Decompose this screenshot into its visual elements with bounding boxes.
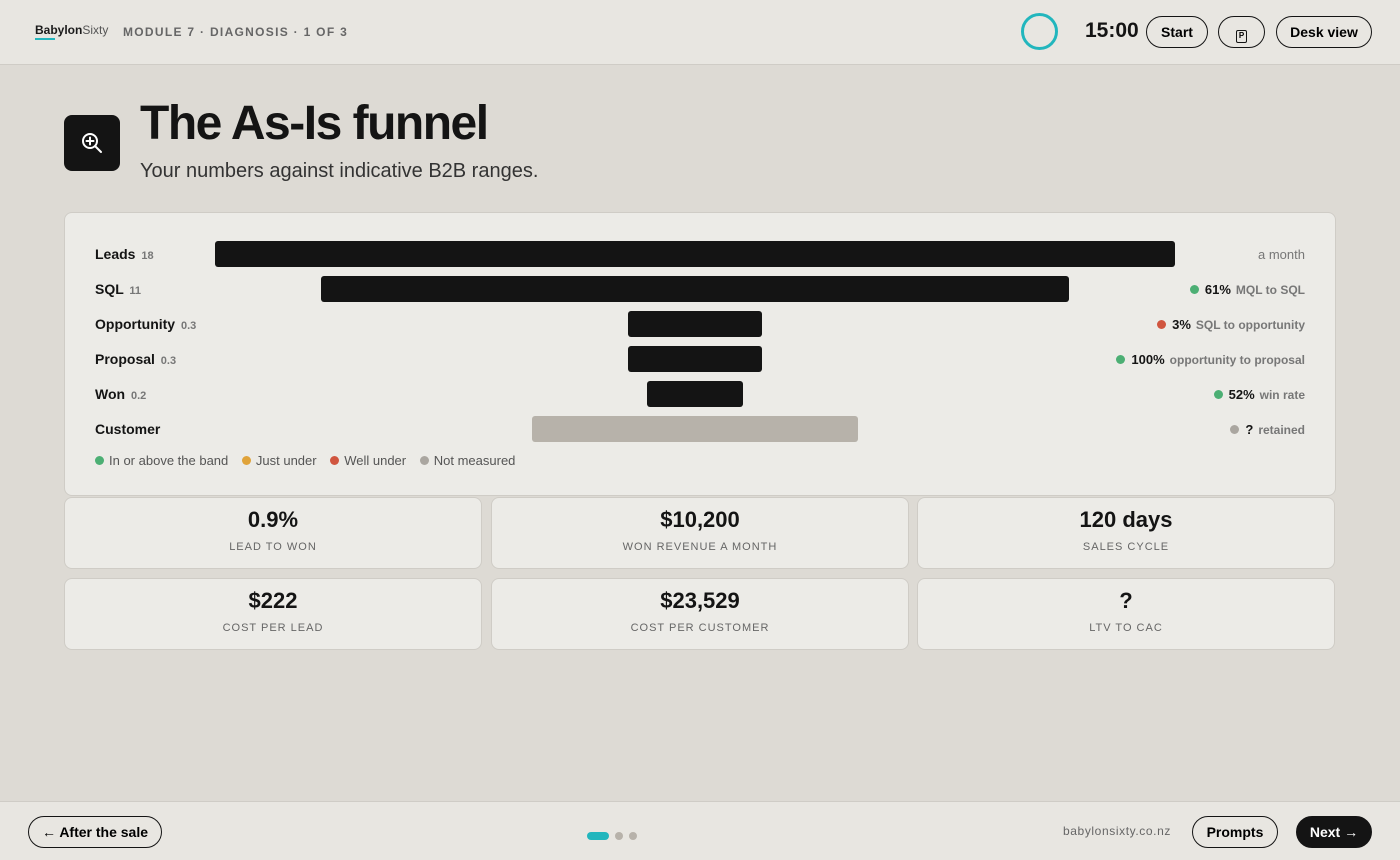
- brand-logo[interactable]: BabylonSixty: [35, 23, 108, 40]
- legend-item: Just under: [241, 453, 317, 468]
- legend-dot-amber: [241, 456, 251, 465]
- funnel-legend: In or above the band Just under Well und…: [95, 453, 525, 468]
- funnel-stage-count: 0.2: [130, 390, 147, 402]
- metric-card-cost-per-customer: $23,529 COST PER CUSTOMER: [491, 578, 909, 650]
- metric-caption: COST PER LEAD: [222, 622, 324, 634]
- legend-item: In or above the band: [95, 453, 228, 468]
- next-button[interactable]: Next →: [1296, 816, 1372, 848]
- logo-underline: [35, 38, 55, 40]
- funnel-panel: Leads 18 a month SQL 11 61% MQL to SQL Op…: [64, 212, 1336, 496]
- page-title: The As-Is funnel: [140, 97, 489, 150]
- metric-card-lead-to-won: 0.9% LEAD TO WON: [64, 497, 482, 569]
- legend-dot-red: [330, 456, 340, 465]
- funnel-stage-label: SQL 11: [95, 281, 142, 297]
- page-indicator: [587, 827, 643, 845]
- funnel-bar-unmeasured: [532, 416, 858, 442]
- previous-button[interactable]: ← After the sale: [28, 816, 162, 848]
- metric-card-cost-per-lead: $222 COST PER LEAD: [64, 578, 482, 650]
- status-dot-red: [1157, 320, 1167, 329]
- presenter-notes-button[interactable]: P: [1218, 16, 1265, 48]
- page-dot[interactable]: [629, 832, 637, 840]
- page-subtitle: Your numbers against indicative B2B rang…: [140, 160, 539, 182]
- funnel-row-won: Won 0.2 52% win rate: [95, 381, 1305, 407]
- funnel-stage-count: 11: [129, 285, 142, 297]
- top-bar: BabylonSixty MODULE 7 · DIAGNOSIS · 1 OF…: [0, 0, 1400, 65]
- desk-view-button[interactable]: Desk view: [1276, 16, 1372, 48]
- funnel-row-leads: Leads 18 a month: [95, 241, 1305, 267]
- start-button[interactable]: Start: [1146, 16, 1208, 48]
- site-url: babylonsixty.co.nz: [1063, 824, 1171, 838]
- funnel-rate: a month: [1258, 247, 1305, 262]
- prompts-button[interactable]: Prompts: [1192, 816, 1278, 848]
- funnel-row-customer: Customer ? retained: [95, 416, 1305, 442]
- funnel-stage-count: 0.3: [181, 320, 197, 332]
- legend-item: Not measured: [419, 453, 515, 468]
- funnel-bar: [628, 346, 762, 372]
- zoom-in-icon: [64, 115, 120, 171]
- funnel-stage-label: Won 0.2: [95, 386, 147, 402]
- funnel-stage-count: 18: [141, 250, 154, 262]
- metric-caption: SALES CYCLE: [1082, 541, 1170, 553]
- funnel-row-opportunity: Opportunity 0.3 3% SQL to opportunity: [95, 311, 1305, 337]
- module-breadcrumb: MODULE 7 · DIAGNOSIS · 1 OF 3: [123, 25, 349, 39]
- funnel-bar: [321, 276, 1069, 302]
- metric-card-won-revenue: $10,200 WON REVENUE A MONTH: [491, 497, 909, 569]
- funnel-stage-count: 0.3: [160, 355, 177, 367]
- page-dot-active[interactable]: [587, 832, 609, 840]
- metric-value: 0.9%: [247, 507, 299, 532]
- funnel-bar: [628, 311, 762, 337]
- metric-value: $10,200: [660, 507, 740, 532]
- funnel-rate: ? retained: [1230, 422, 1305, 437]
- metric-caption: COST PER CUSTOMER: [630, 622, 770, 634]
- timer-ring-icon: [1021, 13, 1058, 50]
- notes-icon: P: [1236, 30, 1247, 43]
- metric-caption: WON REVENUE A MONTH: [622, 541, 778, 553]
- legend-item: Well under: [330, 453, 406, 468]
- funnel-rate: 52% win rate: [1213, 387, 1305, 402]
- metric-value: ?: [1119, 588, 1133, 613]
- metric-caption: LEAD TO WON: [229, 541, 317, 553]
- legend-dot-grey: [419, 456, 429, 465]
- funnel-stage-label: Leads 18: [95, 246, 154, 262]
- funnel-rate: 3% SQL to opportunity: [1157, 317, 1305, 332]
- status-dot-grey: [1230, 425, 1240, 434]
- funnel-stage-label: Opportunity 0.3: [95, 316, 197, 332]
- metric-value: $23,529: [660, 588, 740, 613]
- page-dot[interactable]: [615, 832, 623, 840]
- status-dot-green: [1116, 355, 1126, 364]
- funnel-rate: 100% opportunity to proposal: [1116, 352, 1305, 367]
- metric-value: 120 days: [1079, 507, 1173, 532]
- metric-caption: LTV TO CAC: [1089, 622, 1163, 634]
- legend-dot-green: [95, 456, 104, 465]
- metric-card-ltv-to-cac: ? LTV TO CAC: [917, 578, 1335, 650]
- funnel-bar: [647, 381, 743, 407]
- metric-card-sales-cycle: 120 days SALES CYCLE: [917, 497, 1335, 569]
- timer-display: 15:00: [1085, 19, 1139, 42]
- funnel-row-sql: SQL 11 61% MQL to SQL: [95, 276, 1305, 302]
- status-dot-green: [1213, 390, 1223, 399]
- bottom-bar: ← After the sale babylonsixty.co.nz Prom…: [0, 801, 1400, 860]
- funnel-stage-label: Customer: [95, 421, 161, 437]
- status-dot-green: [1189, 285, 1199, 294]
- funnel-bar: [215, 241, 1175, 267]
- funnel-rate: 61% MQL to SQL: [1189, 282, 1305, 297]
- metric-value: $222: [248, 588, 298, 613]
- funnel-row-proposal: Proposal 0.3 100% opportunity to proposal: [95, 346, 1305, 372]
- funnel-stage-label: Proposal 0.3: [95, 351, 177, 367]
